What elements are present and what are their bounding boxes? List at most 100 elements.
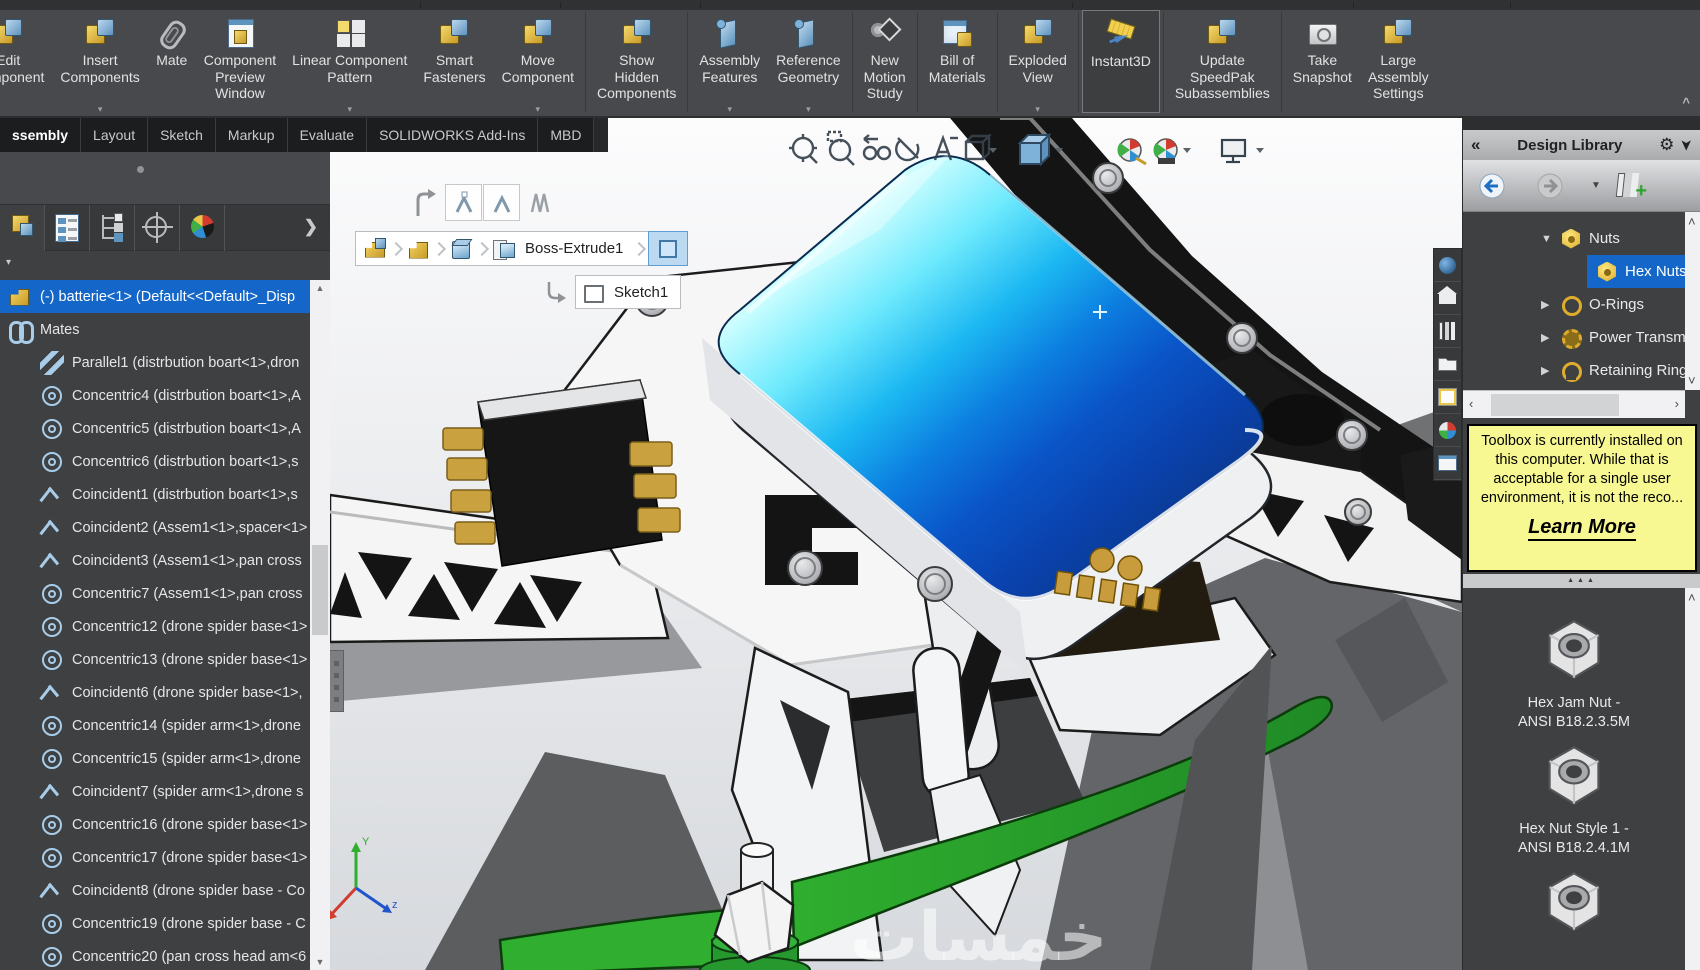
scroll-down-icon[interactable]: ▼ <box>310 957 330 967</box>
history-caret-icon[interactable]: ▼ <box>1591 180 1601 191</box>
feature-tree-row[interactable]: Coincident7 (spider arm<1>,drone s <box>0 775 310 808</box>
command-tab[interactable]: SOLIDWORKS Add-Ins <box>367 118 539 152</box>
gear-icon[interactable]: ⚙ <box>1659 135 1674 155</box>
splitter-dot[interactable] <box>137 166 144 173</box>
ribbon-button[interactable] <box>996 12 998 112</box>
breadcrumb-part[interactable] <box>405 232 431 265</box>
library-items-scrollbar[interactable]: ˄ <box>1685 588 1700 970</box>
filter-caret-icon[interactable]: ▾ <box>6 257 11 268</box>
heads-up-view-toolbar[interactable] <box>770 124 1310 176</box>
feature-tree-row[interactable]: Concentric17 (drone spider base<1> <box>0 841 310 874</box>
expand-panel-arrow-icon[interactable]: ❯ <box>304 217 318 237</box>
ribbon-button[interactable]: Linear Component Pattern ▾ <box>284 10 415 114</box>
feature-tree-row[interactable]: Concentric7 (Assem1<1>,pan cross <box>0 577 310 610</box>
library-tree-row[interactable]: ▶ Power Transm <box>1463 321 1685 354</box>
ribbon-button[interactable]: Component Preview Window <box>196 10 284 113</box>
command-tab[interactable]: Evaluate <box>287 118 368 152</box>
scroll-up-icon[interactable]: ˄ <box>1688 214 1696 229</box>
ribbon-button[interactable]: Instant3D <box>1081 10 1160 113</box>
library-item[interactable] <box>1463 870 1685 946</box>
breadcrumb-sketch-selected[interactable] <box>648 231 689 266</box>
tree-caret-icon[interactable]: ▶ <box>1541 331 1557 344</box>
design-library-icon[interactable] <box>1434 315 1461 348</box>
breadcrumb-feature[interactable]: Boss-Extrude1 <box>517 232 631 265</box>
feature-tree-row[interactable]: Mates <box>0 313 310 346</box>
back-button[interactable] <box>1479 173 1505 199</box>
command-tab[interactable]: Markup <box>215 118 288 152</box>
breadcrumb-assembly[interactable] <box>362 232 388 265</box>
feature-tree-row[interactable]: Concentric4 (distrbution boart<1>,A <box>0 379 310 412</box>
ribbon-button[interactable]: New Motion Study <box>856 10 914 113</box>
library-item[interactable]: Hex Nut Style 1 - ANSI B18.2.4.1M <box>1463 744 1685 858</box>
library-tree-row[interactable]: ▶ O-Rings <box>1463 288 1685 321</box>
library-tree-row[interactable]: ▶ Retaining Ring <box>1463 354 1685 387</box>
breadcrumb-body[interactable] <box>448 232 474 265</box>
featuremanager-tab-icon[interactable] <box>0 205 45 251</box>
ribbon-collapse-chevron-icon[interactable]: ^ <box>1682 95 1690 110</box>
library-splitter[interactable]: ▲▲▲ <box>1463 574 1700 588</box>
feature-tree-row[interactable]: Concentric13 (drone spider base<1> <box>0 643 310 676</box>
ribbon-button[interactable]: Reference Geometry ▾ <box>768 10 849 114</box>
panel-splitter-tab[interactable] <box>330 650 344 712</box>
h-scrollbar-thumb[interactable] <box>1491 394 1619 416</box>
ribbon-button[interactable]: Insert Components ▾ <box>52 10 147 114</box>
pattern-button[interactable] <box>521 184 558 221</box>
collapse-panel-icon[interactable]: « <box>1471 135 1480 155</box>
scroll-left-icon[interactable]: ‹ <box>1469 396 1473 411</box>
ribbon-button[interactable] <box>1162 12 1164 112</box>
feature-tree-row[interactable]: Concentric19 (drone spider base - C <box>0 907 310 940</box>
command-tab[interactable]: Layout <box>81 118 149 152</box>
custom-properties-icon[interactable] <box>1434 447 1461 480</box>
feature-tree-row[interactable]: Concentric12 (drone spider base<1> <box>0 610 310 643</box>
scroll-up-icon[interactable]: ˄ <box>1688 590 1696 605</box>
mate-button-1[interactable] <box>445 184 482 221</box>
feature-tree-row[interactable]: Concentric14 (spider arm<1>,drone <box>0 709 310 742</box>
scroll-right-icon[interactable]: › <box>1675 396 1679 411</box>
library-item[interactable]: Hex Jam Nut - ANSI B18.2.3.5M <box>1463 618 1685 732</box>
displaymanager-tab-icon[interactable] <box>180 205 225 251</box>
feature-tree-row[interactable]: Concentric5 (distrbution boart<1>,A <box>0 412 310 445</box>
feature-tree-row[interactable]: Concentric16 (drone spider base<1> <box>0 808 310 841</box>
ribbon-button[interactable]: Update SpeedPak Subassemblies <box>1167 10 1278 113</box>
view-palette-icon[interactable] <box>1434 381 1461 414</box>
tree-caret-icon[interactable]: ▶ <box>1541 298 1557 311</box>
feature-tree-row[interactable]: Concentric15 (spider arm<1>,drone <box>0 742 310 775</box>
add-library-button[interactable] <box>1615 171 1647 203</box>
ribbon-button[interactable]: Assembly Features ▾ <box>691 10 768 114</box>
ribbon-button[interactable]: Exploded View ▾ <box>1001 10 1075 114</box>
solidworks-resources-icon[interactable] <box>1434 249 1461 282</box>
breadcrumb-feature-icon[interactable] <box>491 232 517 265</box>
feature-tree-row[interactable]: Coincident2 (Assem1<1>,spacer<1> <box>0 511 310 544</box>
graphics-viewport[interactable]: Y z Boss-Extrude1 Sketch1 خمسات <box>330 118 1462 970</box>
pin-icon[interactable]: ➤ <box>1678 139 1696 152</box>
configurationmanager-tab-icon[interactable] <box>90 205 135 251</box>
library-tree-row[interactable]: Hex Nuts <box>1463 255 1685 288</box>
command-tab[interactable]: MBD <box>538 118 595 152</box>
feature-tree-row[interactable]: Coincident8 (drone spider base - Co <box>0 874 310 907</box>
library-tree-row[interactable]: ▼ Nuts <box>1463 222 1685 255</box>
feature-tree-scrollbar[interactable]: ▲ ▼ <box>310 280 330 970</box>
command-tab[interactable]: Sketch <box>148 118 216 152</box>
ribbon-button[interactable] <box>1077 12 1079 112</box>
ribbon-button[interactable] <box>1280 12 1282 112</box>
scrollbar-thumb[interactable] <box>312 545 328 635</box>
scroll-down-icon[interactable]: ˅ <box>1688 373 1696 388</box>
library-tree-scrollbar[interactable]: ˄ ˅ <box>1685 212 1700 390</box>
ribbon-button[interactable]: Bill of Materials <box>921 10 994 113</box>
mate-button-2[interactable] <box>483 184 520 221</box>
ribbon-button[interactable]: Take Snapshot <box>1285 10 1360 113</box>
feature-tree-row[interactable]: Coincident1 (distrbution boart<1>,s <box>0 478 310 511</box>
ribbon-button[interactable] <box>851 12 853 112</box>
ribbon-button[interactable]: Move Component ▾ <box>494 10 582 114</box>
ribbon-button[interactable]: Mate <box>148 10 196 113</box>
ribbon-button[interactable]: Smart Fasteners <box>415 10 493 113</box>
feature-tree-row[interactable]: Concentric6 (distrbution boart<1>,s <box>0 445 310 478</box>
appearances-scenes-icon[interactable] <box>1434 414 1461 447</box>
home-icon[interactable] <box>1434 282 1461 315</box>
file-explorer-icon[interactable] <box>1434 348 1461 381</box>
ribbon-button[interactable]: Show Hidden Components <box>589 10 684 113</box>
tree-caret-icon[interactable]: ▶ <box>1541 364 1557 377</box>
feature-tree-row[interactable]: Coincident6 (drone spider base<1>, <box>0 676 310 709</box>
learn-more-link[interactable]: Learn More <box>1528 516 1636 541</box>
scroll-up-icon[interactable]: ▲ <box>310 283 330 293</box>
